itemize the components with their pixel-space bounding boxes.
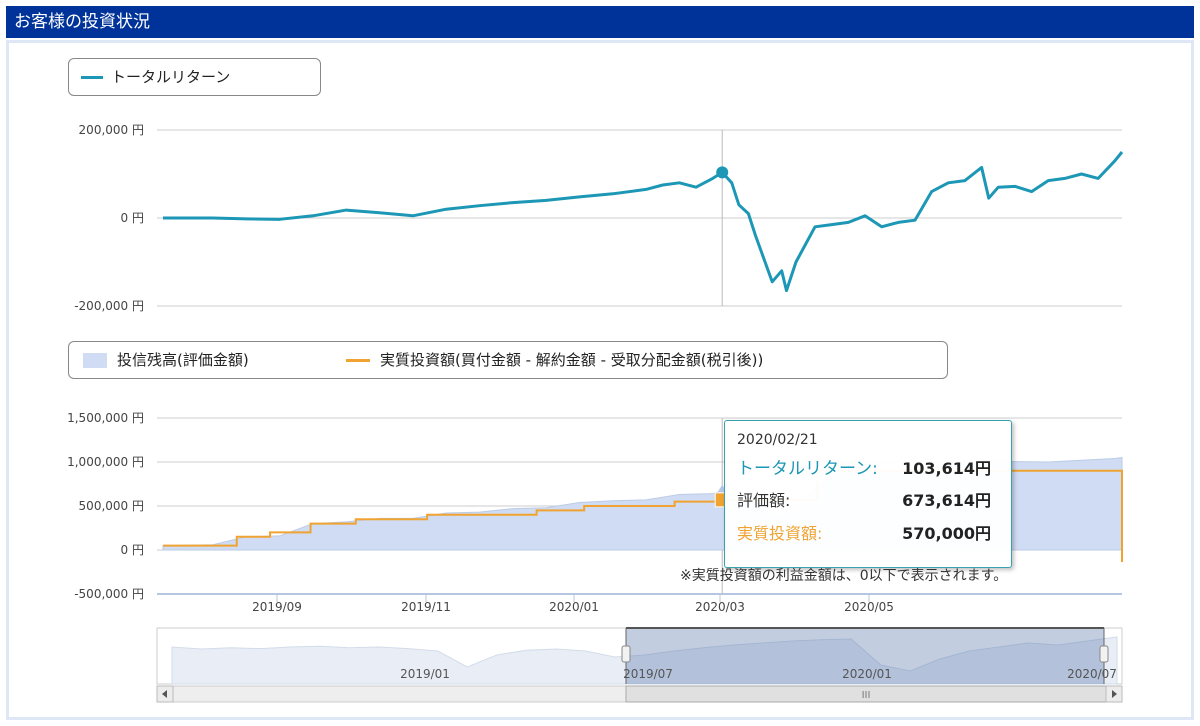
top-y-tick-label: 200,000 円 xyxy=(79,123,144,137)
x-tick-label: 2020/03 xyxy=(695,600,745,614)
bottom-y-tick-label: 500,000 円 xyxy=(79,499,144,513)
return-line-swatch-icon xyxy=(81,76,103,79)
legend-item-total-return[interactable]: トータルリターン xyxy=(81,59,230,95)
legend-total-return-label: トータルリターン xyxy=(111,68,231,86)
invest-line-swatch-icon xyxy=(346,359,370,362)
legend-invest-label: 実質投資額(買付金額 - 解約金額 - 受取分配金額(税引後)) xyxy=(380,351,764,369)
legend-bottom: 投信残高(評価金額) 実質投資額(買付金額 - 解約金額 - 受取分配金額(税引… xyxy=(68,341,948,379)
bottom-y-tick-label: 0 円 xyxy=(121,543,144,557)
tooltip-date: 2020/02/21 xyxy=(737,432,818,448)
tooltip-return-value: 103,614円 xyxy=(902,459,991,478)
legend-balance-label: 投信残高(評価金額) xyxy=(117,351,249,369)
navigator-tick-label: 2020/07 xyxy=(1067,667,1117,681)
top-y-tick-label: 0 円 xyxy=(121,211,144,225)
x-tick-label: 2019/11 xyxy=(401,600,451,614)
bottom-y-tick-label: -500,000 円 xyxy=(74,587,144,601)
tooltip-row-eval: 評価額: 673,614円 xyxy=(737,488,1003,514)
bottom-y-tick-label: 1,000,000 円 xyxy=(67,455,144,469)
x-tick-label: 2020/05 xyxy=(844,600,894,614)
navigator-tick-label: 2019/07 xyxy=(623,667,673,681)
bottom-y-tick-label: 1,500,000 円 xyxy=(67,411,144,425)
scrollbar-grip-icon: III xyxy=(862,690,871,701)
tooltip-eval-label: 評価額: xyxy=(737,491,791,510)
legend-top: トータルリターン xyxy=(68,58,321,96)
navigator-handle-left[interactable] xyxy=(621,645,631,663)
legend-item-balance[interactable]: 投信残高(評価金額) xyxy=(83,342,249,378)
data-tooltip: 2020/02/21 トータルリターン: 103,614円 評価額: 673,6… xyxy=(724,420,1012,568)
navigator-handle-right[interactable] xyxy=(1099,645,1109,663)
tooltip-row-return: トータルリターン: 103,614円 xyxy=(737,456,1003,482)
tooltip-invest-value: 570,000円 xyxy=(902,524,991,543)
tooltip-eval-value: 673,614円 xyxy=(902,491,991,510)
total-return-series[interactable] xyxy=(163,151,1124,293)
x-tick-label: 2019/09 xyxy=(252,600,302,614)
footnote: ※実質投資額の利益金額は、0以下で表示されます。 xyxy=(680,568,1008,584)
x-tick-label: 2020/01 xyxy=(549,600,599,614)
legend-item-invest[interactable]: 実質投資額(買付金額 - 解約金額 - 受取分配金額(税引後)) xyxy=(346,342,763,378)
navigator-tick-label: 2020/01 xyxy=(842,667,892,681)
navigator-tick-label: 2019/01 xyxy=(400,667,450,681)
top-y-tick-label: -200,000 円 xyxy=(74,299,144,313)
total-return-hover-point[interactable] xyxy=(716,166,729,179)
scrollbar-thumb[interactable] xyxy=(625,685,1123,703)
tooltip-invest-label: 実質投資額: xyxy=(737,524,823,543)
balance-area-swatch-icon xyxy=(83,353,107,368)
tooltip-row-invest: 実質投資額: 570,000円 xyxy=(737,521,1003,547)
tooltip-return-label: トータルリターン: xyxy=(737,459,878,479)
